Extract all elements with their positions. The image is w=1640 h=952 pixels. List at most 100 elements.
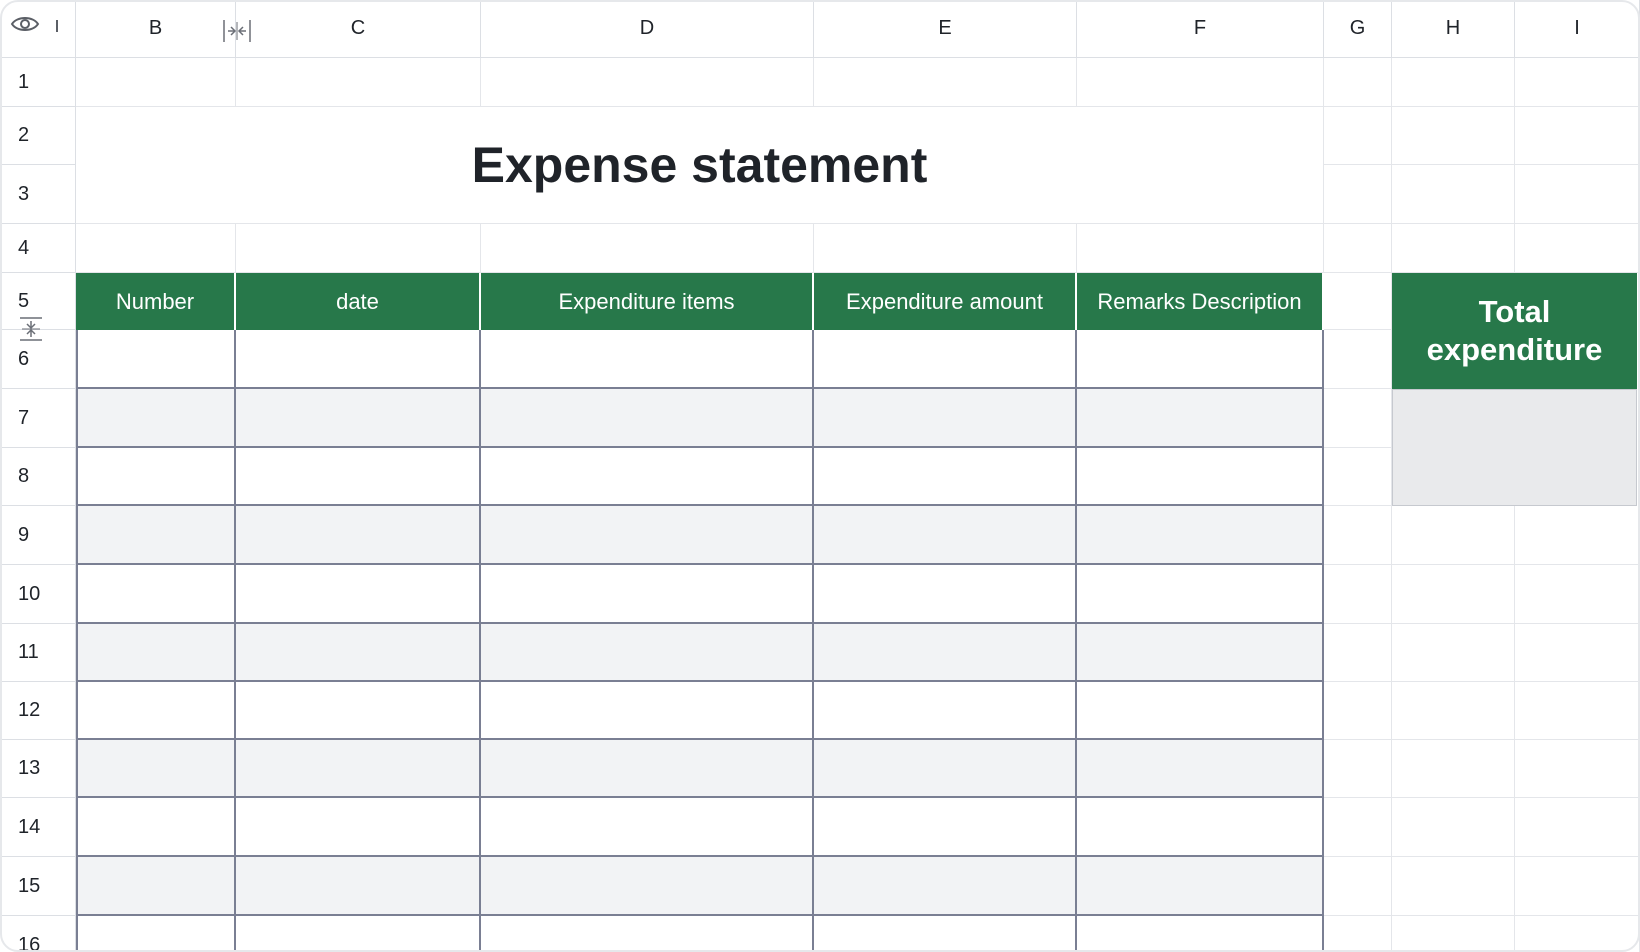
cell-h14[interactable] (1392, 798, 1515, 857)
cell-e6[interactable] (814, 330, 1077, 389)
collapsed-column-a-marker[interactable] (56, 20, 58, 32)
cell-g11[interactable] (1324, 624, 1392, 682)
row-header-4[interactable]: 4 (0, 224, 76, 273)
cell-f6[interactable] (1077, 330, 1324, 389)
cell-i9[interactable] (1515, 506, 1640, 565)
cell-i13[interactable] (1515, 740, 1640, 798)
cell-e14[interactable] (814, 798, 1077, 857)
cell-g5[interactable] (1324, 273, 1392, 330)
cell-h10[interactable] (1392, 565, 1515, 624)
cell-h2[interactable] (1392, 107, 1515, 165)
cell-b15[interactable] (76, 857, 236, 916)
cell-i1[interactable] (1515, 58, 1640, 107)
cell-e7[interactable] (814, 389, 1077, 448)
cell-f8[interactable] (1077, 448, 1324, 506)
cell-c12[interactable] (236, 682, 481, 740)
table-header-expenditure-amount[interactable]: Expenditure amount (814, 273, 1077, 330)
cell-h3[interactable] (1392, 165, 1515, 224)
cell-h9[interactable] (1392, 506, 1515, 565)
total-expenditure-value[interactable] (1392, 389, 1637, 506)
cell-f16[interactable] (1077, 916, 1324, 952)
cell-e10[interactable] (814, 565, 1077, 624)
cell-f10[interactable] (1077, 565, 1324, 624)
cell-f7[interactable] (1077, 389, 1324, 448)
row-header-16[interactable]: 16 (0, 916, 76, 952)
cell-h12[interactable] (1392, 682, 1515, 740)
cell-h15[interactable] (1392, 857, 1515, 916)
row-header-10[interactable]: 10 (0, 565, 76, 624)
cell-b11[interactable] (76, 624, 236, 682)
table-header-expenditure-items[interactable]: Expenditure items (481, 273, 814, 330)
cell-d15[interactable] (481, 857, 814, 916)
cell-f15[interactable] (1077, 857, 1324, 916)
cell-i12[interactable] (1515, 682, 1640, 740)
cell-f1[interactable] (1077, 58, 1324, 107)
cell-d13[interactable] (481, 740, 814, 798)
cell-c9[interactable] (236, 506, 481, 565)
eye-icon[interactable] (10, 12, 40, 41)
cell-e12[interactable] (814, 682, 1077, 740)
cell-g1[interactable] (1324, 58, 1392, 107)
cell-b7[interactable] (76, 389, 236, 448)
row-header-2[interactable]: 2 (0, 107, 76, 165)
row-header-8[interactable]: 8 (0, 448, 76, 506)
row-header-7[interactable]: 7 (0, 389, 76, 448)
cell-c1[interactable] (236, 58, 481, 107)
row-resize-icon[interactable] (18, 316, 44, 347)
row-header-12[interactable]: 12 (0, 682, 76, 740)
column-resize-icon[interactable] (222, 18, 252, 49)
cell-h1[interactable] (1392, 58, 1515, 107)
cell-e15[interactable] (814, 857, 1077, 916)
cell-b10[interactable] (76, 565, 236, 624)
cell-e11[interactable] (814, 624, 1077, 682)
cell-d12[interactable] (481, 682, 814, 740)
cell-g12[interactable] (1324, 682, 1392, 740)
column-header-g[interactable]: G (1324, 0, 1392, 58)
cell-c7[interactable] (236, 389, 481, 448)
cell-g9[interactable] (1324, 506, 1392, 565)
cell-g7[interactable] (1324, 389, 1392, 448)
cell-d4[interactable] (481, 224, 814, 273)
table-header-remarks-description[interactable]: Remarks Description (1077, 273, 1324, 330)
column-header-f[interactable]: F (1077, 0, 1324, 58)
cell-h11[interactable] (1392, 624, 1515, 682)
cell-g8[interactable] (1324, 448, 1392, 506)
cell-b13[interactable] (76, 740, 236, 798)
cell-i15[interactable] (1515, 857, 1640, 916)
cell-d10[interactable] (481, 565, 814, 624)
column-header-i[interactable]: I (1515, 0, 1640, 58)
cell-d7[interactable] (481, 389, 814, 448)
cell-g2[interactable] (1324, 107, 1392, 165)
cell-b9[interactable] (76, 506, 236, 565)
cell-b4[interactable] (76, 224, 236, 273)
table-header-date[interactable]: date (236, 273, 481, 330)
cell-c10[interactable] (236, 565, 481, 624)
cell-f14[interactable] (1077, 798, 1324, 857)
column-header-b[interactable]: B (76, 0, 236, 58)
cell-d9[interactable] (481, 506, 814, 565)
cell-c8[interactable] (236, 448, 481, 506)
cell-c15[interactable] (236, 857, 481, 916)
column-header-h[interactable]: H (1392, 0, 1515, 58)
cell-b1[interactable] (76, 58, 236, 107)
cell-c4[interactable] (236, 224, 481, 273)
cell-i4[interactable] (1515, 224, 1640, 273)
spreadsheet-grid[interactable]: A BCDEFGHI12345678910111213141516Expense… (0, 0, 1640, 952)
cell-d14[interactable] (481, 798, 814, 857)
cell-i3[interactable] (1515, 165, 1640, 224)
row-header-15[interactable]: 15 (0, 857, 76, 916)
cell-e8[interactable] (814, 448, 1077, 506)
cell-i16[interactable] (1515, 916, 1640, 952)
cell-f11[interactable] (1077, 624, 1324, 682)
cell-i11[interactable] (1515, 624, 1640, 682)
cell-f4[interactable] (1077, 224, 1324, 273)
cell-f13[interactable] (1077, 740, 1324, 798)
cell-b12[interactable] (76, 682, 236, 740)
cell-b14[interactable] (76, 798, 236, 857)
table-header-number[interactable]: Number (76, 273, 236, 330)
cell-c11[interactable] (236, 624, 481, 682)
cell-h4[interactable] (1392, 224, 1515, 273)
cell-d1[interactable] (481, 58, 814, 107)
cell-g14[interactable] (1324, 798, 1392, 857)
cell-b16[interactable] (76, 916, 236, 952)
